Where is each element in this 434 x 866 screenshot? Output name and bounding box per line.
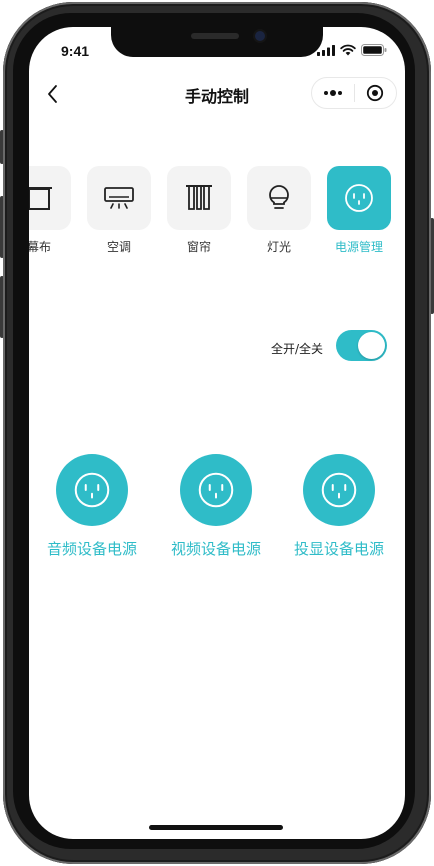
speaker-grille bbox=[191, 33, 239, 39]
target-icon bbox=[367, 84, 384, 102]
tab-label: 灯光 bbox=[266, 240, 291, 254]
tab-power-management[interactable]: 电源管理 bbox=[327, 166, 391, 255]
more-button[interactable] bbox=[312, 77, 354, 109]
tab-screen[interactable]: 幕布 bbox=[29, 166, 71, 255]
tab-air-conditioner[interactable]: 空调 bbox=[87, 166, 151, 255]
device-label: 投显设备电源 bbox=[293, 540, 384, 558]
close-mini-program-button[interactable] bbox=[354, 77, 396, 109]
device-audio-power[interactable]: 音频设备电源 bbox=[37, 454, 147, 559]
more-dots-icon bbox=[323, 90, 342, 96]
power-outlet-icon bbox=[198, 472, 234, 508]
status-time: 9:41 bbox=[61, 43, 90, 59]
status-icons bbox=[317, 44, 387, 56]
toggle-knob bbox=[358, 332, 385, 359]
tab-label: 窗帘 bbox=[186, 240, 211, 254]
tab-label: 空调 bbox=[106, 240, 131, 254]
tab-label: 电源管理 bbox=[334, 240, 383, 254]
power-outlet-icon bbox=[74, 472, 110, 508]
power-outlet-icon bbox=[345, 184, 373, 212]
tab-icon-box bbox=[167, 166, 231, 230]
mini-program-capsule bbox=[311, 77, 397, 109]
tab-icon-box bbox=[327, 166, 391, 230]
device-button[interactable] bbox=[303, 454, 375, 526]
power-outlet-icon bbox=[321, 472, 357, 508]
screen: 9:41 手动控制 幕布 空调 窗帘 灯光 电源管理 全开/全关 音频设备电源 … bbox=[29, 27, 405, 839]
device-label: 视频设备电源 bbox=[170, 540, 261, 558]
device-video-power[interactable]: 视频设备电源 bbox=[161, 454, 271, 559]
tab-icon-box bbox=[29, 166, 71, 230]
wifi-icon bbox=[340, 44, 356, 56]
notch bbox=[111, 27, 323, 57]
all-toggle-label: 全开/全关 bbox=[271, 342, 324, 356]
battery-icon bbox=[361, 44, 387, 56]
front-camera bbox=[255, 31, 265, 41]
device-button[interactable] bbox=[180, 454, 252, 526]
tab-curtain[interactable]: 窗帘 bbox=[167, 166, 231, 255]
home-indicator[interactable] bbox=[149, 825, 283, 830]
screen-icon bbox=[29, 187, 52, 210]
bulb-icon bbox=[269, 185, 289, 209]
tab-icon-box bbox=[247, 166, 311, 230]
tab-icon-box bbox=[87, 166, 151, 230]
device-button[interactable] bbox=[56, 454, 128, 526]
all-on-off-toggle[interactable] bbox=[336, 330, 387, 361]
device-projection-power[interactable]: 投显设备电源 bbox=[284, 454, 394, 559]
tab-label: 幕布 bbox=[29, 240, 51, 254]
curtain-icon bbox=[186, 185, 212, 210]
air-conditioner-icon bbox=[104, 187, 134, 209]
tab-lighting[interactable]: 灯光 bbox=[247, 166, 311, 255]
device-label: 音频设备电源 bbox=[46, 540, 137, 558]
